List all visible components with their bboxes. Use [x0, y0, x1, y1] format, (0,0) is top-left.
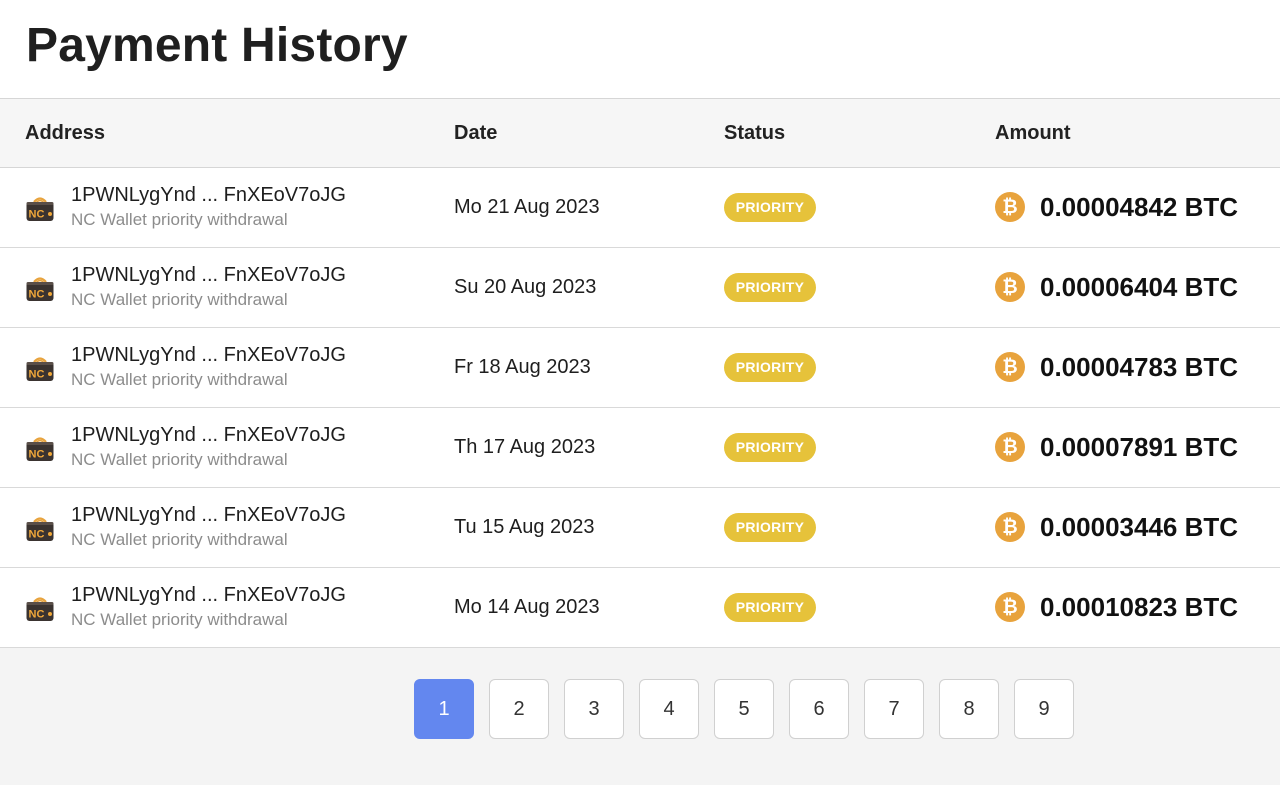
svg-text:NC: NC: [29, 609, 45, 621]
bitcoin-icon: ₿: [995, 512, 1025, 542]
address-text: 1PWNLygYnd ... FnXEoV7oJG: [71, 344, 346, 366]
status-badge: PRIORITY: [724, 273, 816, 302]
bitcoin-icon: ₿: [995, 272, 1025, 302]
page-button-4[interactable]: 4: [639, 679, 699, 739]
svg-text:NC: NC: [29, 529, 45, 541]
table-row: NC 1PWNLygYnd ... FnXEoV7oJG NC Wallet p…: [0, 488, 1280, 568]
page-title: Payment History: [26, 19, 408, 72]
nc-wallet-icon: NC: [25, 193, 55, 223]
address-description: NC Wallet priority withdrawal: [71, 530, 288, 549]
date-cell: Th 17 Aug 2023: [454, 436, 596, 458]
status-badge: PRIORITY: [724, 353, 816, 382]
amount-cell: 0.00010823 BTC: [1040, 592, 1239, 622]
column-header-date: Date: [454, 122, 498, 144]
page-button-3[interactable]: 3: [564, 679, 624, 739]
table-row: NC 1PWNLygYnd ... FnXEoV7oJG NC Wallet p…: [0, 168, 1280, 248]
nc-wallet-icon: NC: [25, 593, 55, 623]
date-cell: Tu 15 Aug 2023: [454, 516, 595, 538]
status-badge: PRIORITY: [724, 193, 816, 222]
table-row: NC 1PWNLygYnd ... FnXEoV7oJG NC Wallet p…: [0, 248, 1280, 328]
column-header-status: Status: [724, 122, 786, 144]
amount-cell: 0.00006404 BTC: [1040, 272, 1239, 302]
svg-text:NC: NC: [29, 209, 45, 221]
nc-wallet-icon: NC: [25, 353, 55, 383]
address-text: 1PWNLygYnd ... FnXEoV7oJG: [71, 264, 346, 286]
table-row: NC 1PWNLygYnd ... FnXEoV7oJG NC Wallet p…: [0, 328, 1280, 408]
address-description: NC Wallet priority withdrawal: [71, 450, 288, 469]
address-text: 1PWNLygYnd ... FnXEoV7oJG: [71, 424, 346, 446]
table-row: NC 1PWNLygYnd ... FnXEoV7oJG NC Wallet p…: [0, 568, 1280, 648]
nc-wallet-icon: NC: [25, 513, 55, 543]
amount-cell: 0.00003446 BTC: [1040, 512, 1239, 542]
page-button-9[interactable]: 9: [1014, 679, 1074, 739]
payment-table-body: NC 1PWNLygYnd ... FnXEoV7oJG NC Wallet p…: [0, 168, 1280, 648]
address-description: NC Wallet priority withdrawal: [71, 610, 288, 629]
page-header: Payment History: [0, 0, 1280, 99]
address-text: 1PWNLygYnd ... FnXEoV7oJG: [71, 584, 346, 606]
page-button-7[interactable]: 7: [864, 679, 924, 739]
amount-cell: 0.00004842 BTC: [1040, 192, 1239, 222]
bitcoin-icon: ₿: [995, 352, 1025, 382]
amount-cell: 0.00004783 BTC: [1040, 352, 1239, 382]
date-cell: Mo 21 Aug 2023: [454, 196, 600, 218]
date-cell: Fr 18 Aug 2023: [454, 356, 591, 378]
address-description: NC Wallet priority withdrawal: [71, 370, 288, 389]
table-header: Address Date Status Amount: [0, 99, 1280, 168]
date-cell: Su 20 Aug 2023: [454, 276, 597, 298]
status-badge: PRIORITY: [724, 513, 816, 542]
page-button-8[interactable]: 8: [939, 679, 999, 739]
address-text: 1PWNLygYnd ... FnXEoV7oJG: [71, 504, 346, 526]
status-badge: PRIORITY: [724, 593, 816, 622]
page-button-1[interactable]: 1: [414, 679, 474, 739]
bitcoin-icon: ₿: [995, 192, 1025, 222]
svg-text:NC: NC: [29, 289, 45, 301]
svg-text:NC: NC: [29, 369, 45, 381]
address-description: NC Wallet priority withdrawal: [71, 210, 288, 229]
bitcoin-icon: ₿: [995, 432, 1025, 462]
address-text: 1PWNLygYnd ... FnXEoV7oJG: [71, 184, 346, 206]
page-button-2[interactable]: 2: [489, 679, 549, 739]
page-button-6[interactable]: 6: [789, 679, 849, 739]
pagination: 1 2 3 4 5 6 7 8 9: [414, 679, 1074, 739]
status-badge: PRIORITY: [724, 433, 816, 462]
column-header-amount: Amount: [995, 122, 1071, 144]
column-header-address: Address: [25, 122, 106, 144]
table-row: NC 1PWNLygYnd ... FnXEoV7oJG NC Wallet p…: [0, 408, 1280, 488]
svg-text:NC: NC: [29, 449, 45, 461]
bitcoin-icon: ₿: [995, 592, 1025, 622]
nc-wallet-icon: NC: [25, 433, 55, 463]
address-description: NC Wallet priority withdrawal: [71, 290, 288, 309]
amount-cell: 0.00007891 BTC: [1040, 432, 1239, 462]
nc-wallet-icon: NC: [25, 273, 55, 303]
date-cell: Mo 14 Aug 2023: [454, 596, 600, 618]
page-button-5[interactable]: 5: [714, 679, 774, 739]
